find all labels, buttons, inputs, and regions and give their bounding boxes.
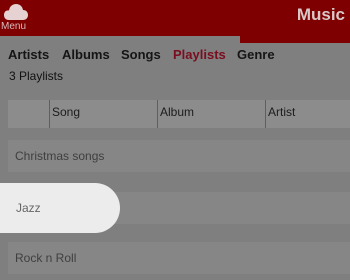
tab-bar: Artists Albums Songs Playlists Genre: [0, 43, 350, 66]
cloud-icon: [4, 4, 28, 20]
app-title: Music: [296, 5, 345, 24]
column-header-album[interactable]: Album: [157, 100, 265, 128]
tab-genre[interactable]: Genre: [237, 47, 275, 63]
playlist-name: Rock n Roll: [15, 251, 77, 265]
playlist-count: 3 Playlists: [9, 69, 64, 83]
column-header-blank: [8, 100, 49, 128]
playlist-row[interactable]: Rock n Roll: [8, 242, 350, 274]
column-header-label: Song: [52, 105, 81, 119]
playlist-name: Jazz: [16, 201, 41, 215]
page: Menu Music Artists Albums Songs Playlist…: [0, 0, 350, 280]
tab-playlists[interactable]: Playlists: [173, 47, 226, 63]
column-header-song[interactable]: Song: [49, 100, 157, 128]
top-bar: Menu Music: [0, 0, 350, 36]
tab-albums[interactable]: Albums: [62, 47, 110, 63]
menu-button[interactable]: Menu: [0, 0, 32, 36]
playlist-name: Christmas songs: [15, 149, 105, 163]
top-bar-edge: [240, 36, 350, 43]
table-header: Song Album Artist: [8, 100, 350, 128]
playlist-row-highlighted[interactable]: Jazz: [0, 183, 120, 233]
column-header-label: Artist: [268, 105, 296, 119]
tab-songs[interactable]: Songs: [121, 47, 161, 63]
column-header-artist[interactable]: Artist: [265, 100, 350, 128]
column-header-label: Album: [160, 105, 195, 119]
tab-artists[interactable]: Artists: [8, 47, 49, 63]
playlist-row[interactable]: Christmas songs: [8, 140, 350, 172]
menu-label: Menu: [1, 21, 27, 32]
